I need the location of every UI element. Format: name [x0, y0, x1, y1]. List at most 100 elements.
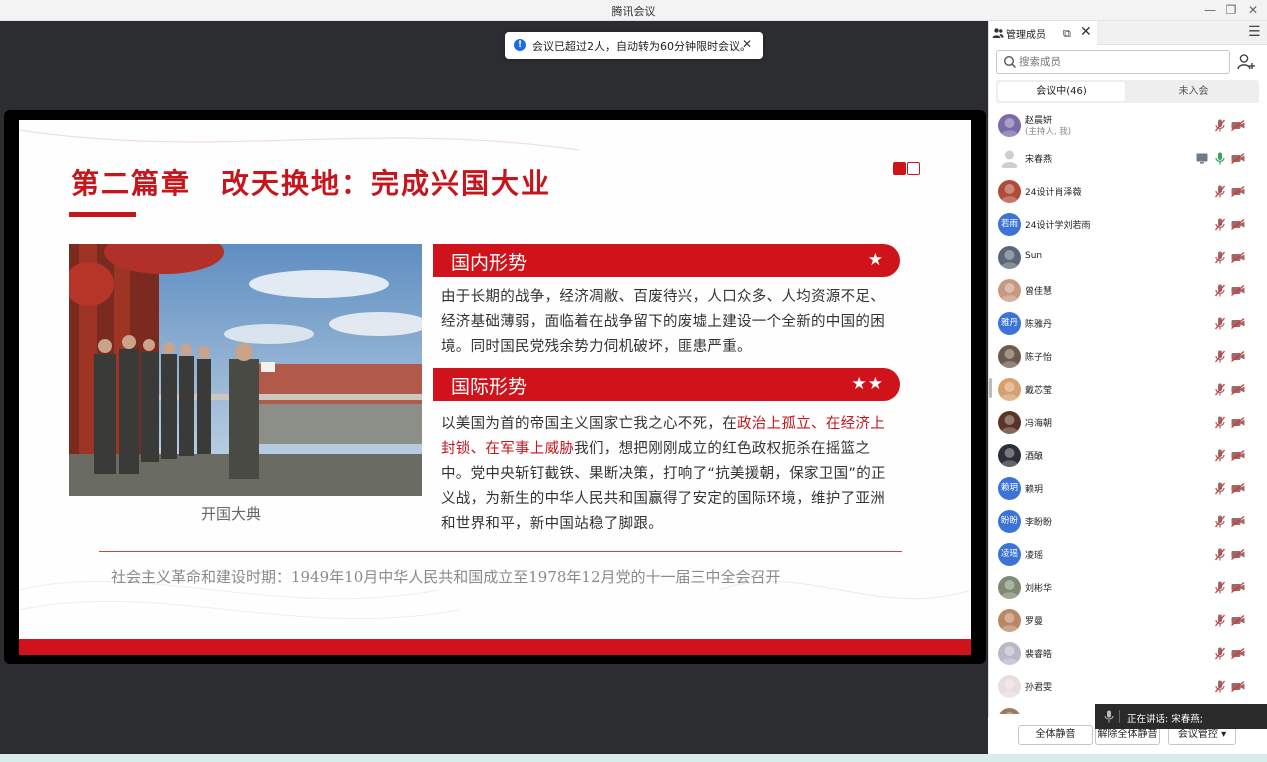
domestic-title: 国内形势 [451, 252, 528, 274]
presentation-slide: 第二篇章 改天换地：完成兴国大业 开国大典 国内形势 ★ 由于长期的战争，经济凋… [19, 120, 971, 655]
avatar [998, 114, 1021, 137]
mic-muted-icon[interactable] [1215, 350, 1225, 363]
camera-off-icon[interactable] [1231, 318, 1245, 329]
member-row[interactable]: 酒酿 [989, 439, 1267, 472]
mic-muted-icon[interactable] [1215, 515, 1225, 528]
member-row[interactable]: 24设计肖泽薇 [989, 175, 1267, 208]
search-input[interactable] [1019, 53, 1219, 71]
maximize-icon[interactable]: ❐ [1220, 1, 1242, 19]
mic-muted-icon[interactable] [1215, 185, 1225, 198]
avatar: 凌瑶 [998, 543, 1021, 566]
camera-off-icon[interactable] [1231, 120, 1245, 131]
member-list: 赵晨妍 (主持人, 我) 宋春燕 24设计肖泽薇若雨 24设计学刘若雨 Sun 曾佳慧 雅丹陈… [989, 109, 1267, 714]
member-row[interactable]: 冯海朝 [989, 406, 1267, 439]
member-row[interactable]: 凌瑶 凌瑶 [989, 538, 1267, 571]
avatar [998, 246, 1021, 269]
member-row[interactable]: 刘彬华 [989, 571, 1267, 604]
camera-off-icon[interactable] [1231, 582, 1245, 593]
member-row[interactable]: 雅丹 陈雅丹 [989, 307, 1267, 340]
mute-all-button[interactable]: 全体静音 [1018, 725, 1093, 745]
invite-member-icon[interactable] [1236, 52, 1256, 72]
close-panel-icon[interactable]: ✕ [1080, 24, 1092, 40]
mic-muted-icon[interactable] [1215, 548, 1225, 561]
mic-muted-icon[interactable] [1215, 614, 1225, 627]
popout-icon[interactable]: ⧉ [1063, 27, 1071, 41]
member-row[interactable]: 宋春燕 [989, 142, 1267, 175]
member-row[interactable]: 赖玥 赖玥 [989, 472, 1267, 505]
camera-off-icon[interactable] [1231, 615, 1245, 626]
avatar [998, 180, 1021, 203]
mic-muted-icon[interactable] [1215, 284, 1225, 297]
info-icon: ! [514, 39, 526, 51]
speaking-divider [1119, 710, 1120, 723]
star-icon: ★ [867, 250, 884, 270]
member-row[interactable]: 陈子怡 [989, 340, 1267, 373]
avatar [998, 675, 1021, 698]
camera-off-icon[interactable] [1231, 516, 1245, 527]
tab-title: 管理成员 [1006, 30, 1046, 41]
mic-muted-icon[interactable] [1215, 647, 1225, 660]
tab-not-joined[interactable]: 未入会 [1130, 82, 1257, 101]
international-text-part1: 以美国为首的帝国主义国家亡我之心不死，在 [441, 416, 737, 432]
close-window-icon[interactable]: ✕ [1242, 1, 1264, 19]
mic-muted-icon[interactable] [1215, 482, 1225, 495]
camera-off-icon[interactable] [1231, 384, 1245, 395]
minimize-icon[interactable]: — [1199, 1, 1221, 19]
member-name: 李盼盼 [1025, 518, 1053, 528]
camera-off-icon[interactable] [1231, 483, 1245, 494]
tab-in-meeting[interactable]: 会议中(46) [998, 82, 1125, 101]
speaking-name: 宋春燕; [1171, 714, 1203, 725]
mic-muted-icon[interactable] [1215, 581, 1225, 594]
member-row[interactable]: 孙君雯 [989, 670, 1267, 703]
member-search[interactable] [996, 50, 1230, 74]
member-row[interactable]: 曾佳慧 [989, 274, 1267, 307]
member-row[interactable]: Sun [989, 241, 1267, 274]
member-name: 刘彬华 [1025, 584, 1053, 594]
member-name: 罗曼 [1025, 617, 1044, 627]
domestic-text: 由于长期的战争，经济凋敝、百废待兴，人口众多、人均资源不足、经济基础薄弱，面临着… [441, 289, 885, 355]
tab-manage-members[interactable]: 管理成员 ⧉ ✕ [989, 21, 1097, 45]
time-limit-toast: ! 会议已超过2人，自动转为60分钟限时会议。 ✕ [505, 32, 763, 59]
member-row[interactable]: 赵晨妍 (主持人, 我) [989, 109, 1267, 142]
member-name: 赖玥 [1025, 485, 1044, 495]
member-row[interactable]: 戴芯莹 [989, 373, 1267, 406]
avatar [998, 147, 1021, 170]
mic-muted-icon[interactable] [1215, 251, 1225, 264]
period-footer: 社会主义革命和建设时期：1949年10月中华人民共和国成立至1978年12月党的… [111, 568, 781, 586]
camera-off-icon[interactable] [1231, 681, 1245, 692]
mic-muted-icon[interactable] [1215, 416, 1225, 429]
mic-muted-icon[interactable] [1215, 680, 1225, 693]
member-name: 裴睿皓 [1025, 650, 1053, 660]
camera-off-icon[interactable] [1231, 549, 1245, 560]
camera-off-icon[interactable] [1231, 252, 1245, 263]
painting-caption: 开国大典 [201, 505, 262, 523]
camera-off-icon[interactable] [1231, 219, 1245, 230]
toast-close-icon[interactable]: ✕ [742, 37, 752, 51]
camera-off-icon[interactable] [1231, 417, 1245, 428]
camera-off-icon[interactable] [1231, 648, 1245, 659]
member-row[interactable]: 罗曼 [989, 604, 1267, 637]
avatar: 若雨 [998, 213, 1021, 236]
camera-off-icon[interactable] [1231, 285, 1245, 296]
camera-off-icon[interactable] [1231, 186, 1245, 197]
mic-muted-icon[interactable] [1215, 383, 1225, 396]
slide-marker-filled [893, 162, 906, 175]
camera-off-icon[interactable] [1231, 351, 1245, 362]
mic-muted-icon[interactable] [1215, 119, 1225, 132]
menu-icon[interactable]: ☰ [1248, 24, 1261, 40]
member-name: 酒酿 [1025, 452, 1044, 462]
camera-off-icon[interactable] [1231, 153, 1245, 164]
mic-muted-icon[interactable] [1215, 317, 1225, 330]
member-row[interactable]: 盼盼 李盼盼 [989, 505, 1267, 538]
mic-muted-icon[interactable] [1215, 449, 1225, 462]
screen-share-icon [1196, 153, 1208, 164]
camera-off-icon[interactable] [1231, 450, 1245, 461]
mic-on-icon[interactable] [1215, 152, 1225, 165]
member-row[interactable]: 裴睿皓 [989, 637, 1267, 670]
member-name: 24设计学刘若雨 [1025, 221, 1091, 231]
members-icon [992, 28, 1004, 38]
speaking-indicator: 正在讲话: 宋春燕; [1095, 704, 1267, 729]
panel-resize-handle[interactable] [989, 378, 992, 398]
mic-muted-icon[interactable] [1215, 218, 1225, 231]
member-row[interactable]: 若雨 24设计学刘若雨 [989, 208, 1267, 241]
